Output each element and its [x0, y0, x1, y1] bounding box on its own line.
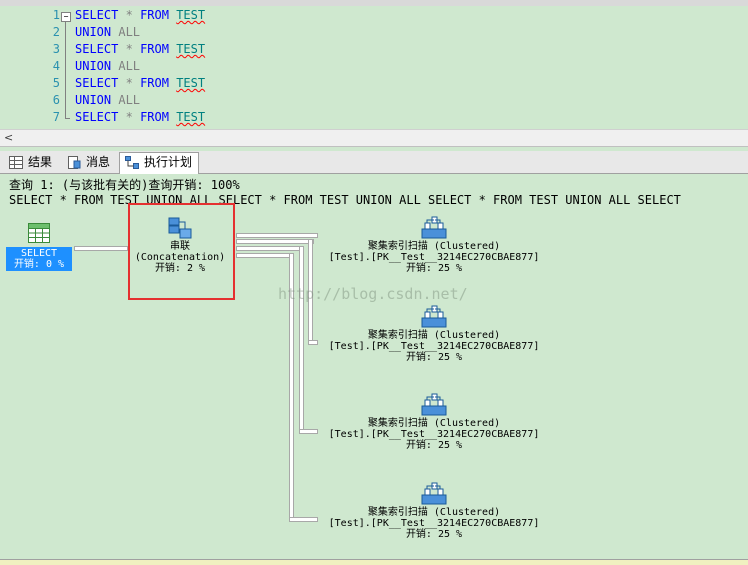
- node-cost: 开销: 25 %: [405, 529, 463, 540]
- editor-line[interactable]: 3 SELECT * FROM TEST: [0, 41, 748, 58]
- scroll-left-icon[interactable]: <: [4, 131, 13, 144]
- keyword: SELECT: [75, 110, 119, 124]
- keyword: UNION: [75, 93, 112, 107]
- plan-node-clustered-index-scan[interactable]: 聚集索引扫描 (Clustered) [Test].[PK__Test__321…: [316, 481, 552, 540]
- plan-edge: [74, 246, 128, 251]
- line-number: 3: [52, 42, 60, 56]
- keyword: FROM: [140, 8, 169, 22]
- annotation-highlight-box: [128, 203, 235, 300]
- plan-node-clustered-index-scan[interactable]: 聚集索引扫描 (Clustered) [Test].[PK__Test__321…: [316, 304, 552, 363]
- tab-label: 消息: [86, 155, 111, 169]
- plan-edge: [289, 517, 318, 522]
- line-number: 6: [52, 93, 60, 107]
- clustered-index-scan-icon: [421, 216, 447, 239]
- node-title: SELECT: [20, 248, 58, 259]
- operator: *: [125, 110, 133, 124]
- sql-editor[interactable]: − 1 SELECT * FROM TEST 2 UNION ALL 3 SEL…: [0, 6, 748, 129]
- keyword: UNION: [75, 25, 112, 39]
- editor-line[interactable]: 1 SELECT * FROM TEST: [0, 7, 748, 24]
- plan-edge: [236, 233, 318, 238]
- keyword: SELECT: [75, 76, 119, 90]
- keyword-all: ALL: [118, 59, 141, 73]
- node-object: [Test].[PK__Test__3214EC270CBAE877]: [328, 252, 540, 263]
- status-strip: [0, 559, 748, 565]
- line-number: 5: [52, 76, 60, 90]
- plan-edge: [236, 246, 304, 251]
- operator: *: [125, 42, 133, 56]
- grid-icon: [9, 156, 23, 169]
- results-tab-strip: 结果 消息 执行计划: [0, 151, 748, 174]
- node-object: [Test].[PK__Test__3214EC270CBAE877]: [328, 341, 540, 352]
- node-title: 聚集索引扫描 (Clustered): [367, 418, 501, 429]
- keyword: FROM: [140, 76, 169, 90]
- keyword: UNION: [75, 59, 112, 73]
- watermark: http://blog.csdn.net/: [278, 285, 468, 303]
- clustered-index-scan-icon: [421, 482, 447, 505]
- operator: *: [125, 8, 133, 22]
- plan-node-clustered-index-scan[interactable]: 聚集索引扫描 (Clustered) [Test].[PK__Test__321…: [316, 215, 552, 274]
- operator: *: [125, 76, 133, 90]
- node-cost: 开销: 25 %: [405, 440, 463, 451]
- clustered-index-scan-icon: [421, 393, 447, 416]
- query-text: SELECT * FROM TEST UNION ALL SELECT * FR…: [9, 193, 681, 207]
- node-title: 聚集索引扫描 (Clustered): [367, 330, 501, 341]
- node-object: [Test].[PK__Test__3214EC270CBAE877]: [328, 429, 540, 440]
- table-name: TEST: [176, 110, 206, 124]
- tab-results[interactable]: 结果: [4, 153, 58, 172]
- node-object: [Test].[PK__Test__3214EC270CBAE877]: [328, 518, 540, 529]
- select-node-selected: SELECT 开销: 0 %: [6, 247, 72, 271]
- keyword: FROM: [140, 110, 169, 124]
- editor-line[interactable]: 4 UNION ALL: [0, 58, 748, 75]
- plan-edge: [236, 239, 314, 244]
- table-name: TEST: [176, 8, 206, 22]
- plan-node-select[interactable]: SELECT 开销: 0 %: [6, 223, 72, 271]
- node-cost: 开销: 0 %: [13, 259, 65, 270]
- tab-execution-plan[interactable]: 执行计划: [119, 152, 200, 174]
- node-cost: 开销: 25 %: [405, 352, 463, 363]
- plan-edge: [236, 253, 294, 258]
- node-cost: 开销: 25 %: [405, 263, 463, 274]
- tab-label: 执行计划: [144, 155, 193, 169]
- node-title: 聚集索引扫描 (Clustered): [367, 507, 501, 518]
- clustered-index-scan-icon: [421, 305, 447, 328]
- keyword: SELECT: [75, 8, 119, 22]
- keyword: FROM: [140, 42, 169, 56]
- query-cost-header: 查询 1: (与该批有关的)查询开销: 100%: [9, 178, 240, 192]
- editor-line[interactable]: 5 SELECT * FROM TEST: [0, 75, 748, 92]
- line-number: 4: [52, 59, 60, 73]
- line-number: 7: [52, 110, 60, 124]
- keyword-all: ALL: [118, 93, 141, 107]
- keyword: SELECT: [75, 42, 119, 56]
- line-number: 2: [52, 25, 60, 39]
- execution-plan-icon: [125, 156, 139, 169]
- horizontal-scrollbar[interactable]: <: [0, 129, 748, 147]
- tab-label: 结果: [28, 155, 53, 169]
- editor-line[interactable]: 6 UNION ALL: [0, 92, 748, 109]
- tab-messages[interactable]: 消息: [62, 153, 116, 172]
- table-name: TEST: [176, 42, 206, 56]
- editor-line[interactable]: 2 UNION ALL: [0, 24, 748, 41]
- plan-edge: [299, 246, 304, 434]
- message-icon: [68, 156, 81, 169]
- table-name: TEST: [176, 76, 206, 90]
- keyword-all: ALL: [118, 25, 141, 39]
- editor-line[interactable]: 7 SELECT * FROM TEST: [0, 109, 748, 126]
- plan-node-clustered-index-scan[interactable]: 聚集索引扫描 (Clustered) [Test].[PK__Test__321…: [316, 392, 552, 451]
- execution-plan-pane[interactable]: 查询 1: (与该批有关的)查询开销: 100% SELECT * FROM T…: [0, 174, 748, 559]
- node-title: 聚集索引扫描 (Clustered): [367, 241, 501, 252]
- line-number: 1: [52, 8, 60, 22]
- select-result-icon: [28, 223, 50, 243]
